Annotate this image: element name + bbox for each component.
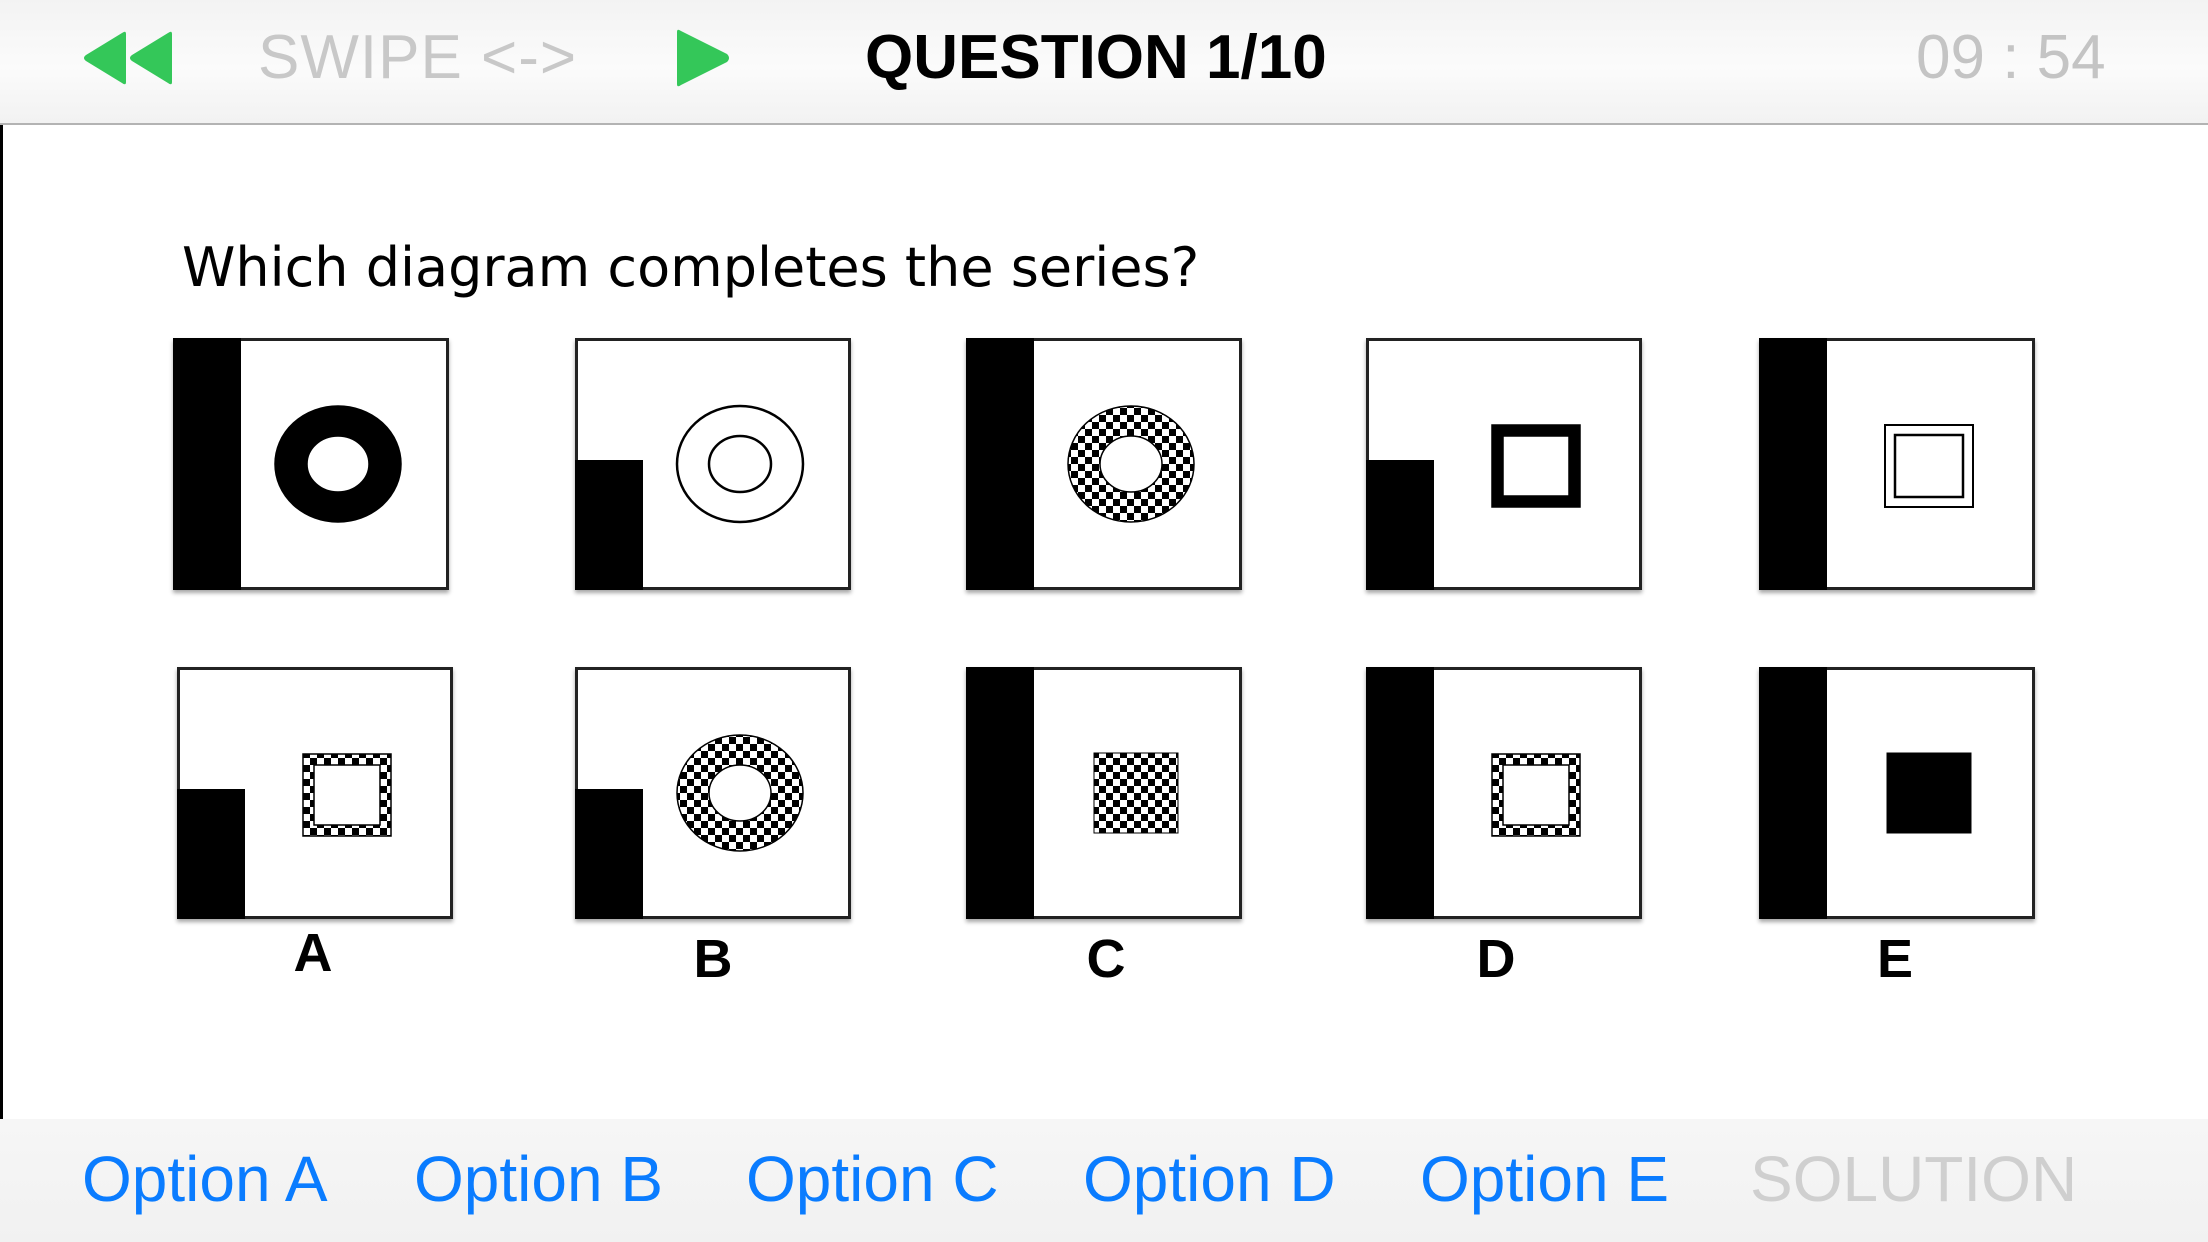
full-bar [173, 338, 241, 590]
solution-button[interactable]: SOLUTION [1750, 1134, 2077, 1224]
short-bar [177, 789, 245, 919]
option-label-d: D [1476, 929, 1516, 989]
content-left-border [0, 125, 3, 1119]
ring-inner [707, 434, 773, 494]
option-b-button[interactable]: Option B [414, 1134, 663, 1224]
option-label-a: A [293, 923, 333, 983]
option-label-c: C [1086, 929, 1126, 989]
question-text: Which diagram completes the series? [182, 236, 1200, 299]
ring [676, 734, 804, 852]
next-question-button[interactable] [673, 28, 733, 88]
short-bar [575, 460, 643, 590]
square [1093, 752, 1179, 834]
full-bar [966, 338, 1034, 590]
option-c-button[interactable]: Option C [746, 1134, 999, 1224]
option-label-e: E [1876, 929, 1914, 989]
option-panel-b[interactable] [575, 667, 851, 919]
full-bar [1759, 667, 1827, 919]
series-panel-3 [966, 338, 1242, 590]
square-frame [302, 753, 392, 837]
option-label-b: B [693, 929, 733, 989]
countdown-timer: 09 : 54 [1916, 23, 2106, 92]
option-panel-c[interactable] [966, 667, 1242, 919]
option-panel-a[interactable] [177, 667, 453, 919]
short-bar [1366, 460, 1434, 590]
series-panel-2 [575, 338, 851, 590]
short-bar [575, 789, 643, 919]
series-panel-5 [1759, 338, 2035, 590]
option-panel-e[interactable] [1759, 667, 2035, 919]
full-bar [1759, 338, 1827, 590]
option-panel-d[interactable] [1366, 667, 1642, 919]
frame-inner [1893, 433, 1965, 499]
full-bar [1366, 667, 1434, 919]
series-panel-4 [1366, 338, 1642, 590]
option-d-button[interactable]: Option D [1083, 1134, 1336, 1224]
option-a-button[interactable]: Option A [82, 1134, 328, 1224]
swipe-hint: SWIPE <-> [258, 23, 578, 92]
full-bar [966, 667, 1034, 919]
square-frame [1491, 753, 1581, 837]
series-panel-1 [173, 338, 449, 590]
play-icon [677, 29, 729, 87]
question-counter: QUESTION 1/10 [865, 23, 1327, 92]
square-frame [1491, 424, 1581, 508]
ring [1067, 405, 1195, 523]
rewind-icon [84, 31, 172, 85]
previous-question-button[interactable] [80, 30, 176, 86]
square [1886, 752, 1972, 834]
ring [274, 405, 402, 523]
option-e-button[interactable]: Option E [1420, 1134, 1669, 1224]
